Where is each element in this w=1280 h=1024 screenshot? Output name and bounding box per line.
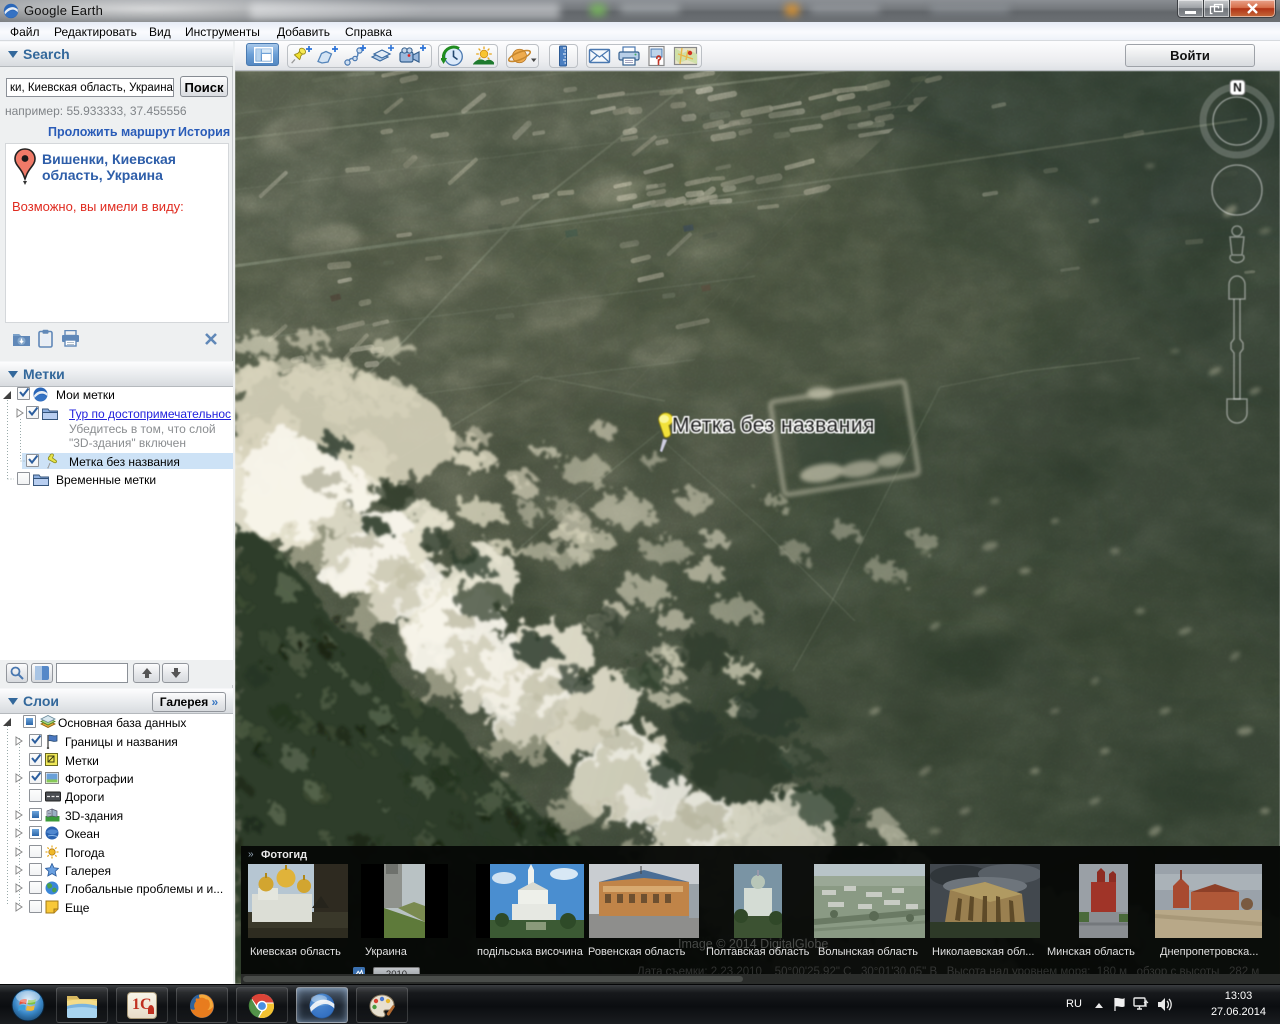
svg-text:Метка без названия: Метка без названия: [672, 414, 875, 437]
svg-text:N: N: [1233, 81, 1242, 95]
